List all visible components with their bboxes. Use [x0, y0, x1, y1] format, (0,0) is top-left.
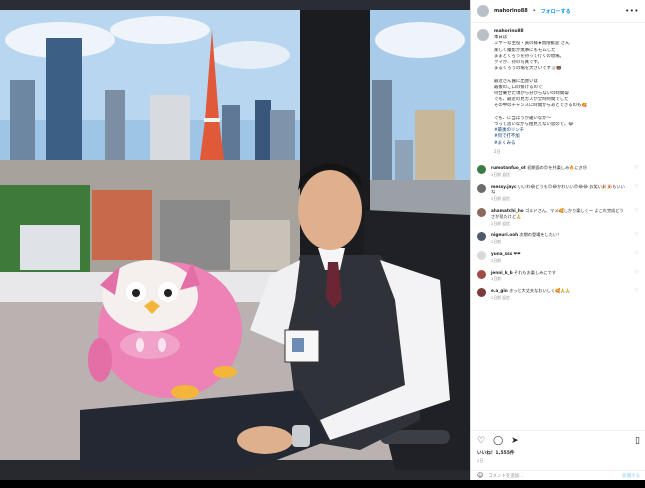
comment-list: rumotanfuo_ot 初期面の😍を共楽しみ🔥にき😢 2日前 返信 ♡ mes… [471, 155, 645, 301]
comment-username[interactable]: rumotanfuo_ot [491, 165, 526, 170]
comment-item: rumotanfuo_ot 初期面の😍を共楽しみ🔥にき😢 2日前 返信 ♡ [477, 165, 639, 178]
comment-text: それもお楽しみにです [514, 269, 556, 275]
post-date: 2日 [477, 458, 484, 463]
follow-button[interactable]: フォローする [541, 8, 571, 15]
more-horizontal-icon[interactable]: ••• [625, 7, 639, 15]
comment-meta[interactable]: 2日前 返信 [491, 196, 626, 202]
post-photo[interactable] [0, 0, 470, 480]
instagram-post: mahorino88 • フォローする ••• mahorino88 本日は ミ… [0, 0, 645, 488]
comment-username[interactable]: nigeuri.ooh [491, 232, 518, 237]
heart-icon[interactable]: ♡ [635, 165, 639, 178]
avatar[interactable] [477, 208, 486, 218]
caption-time: 2日 [494, 148, 501, 154]
comment-item: yuna_sss ❤❤ 2日前 ♡ [477, 251, 639, 264]
comment-text: ❤❤ [513, 251, 521, 257]
caption-username[interactable]: mahorino88 [494, 29, 524, 34]
caption-avatar[interactable] [477, 29, 489, 41]
comment-meta[interactable]: 2日前 返信 [491, 295, 626, 301]
caption: mahorino88 本日は ミヤーな主役・寅の様★無限歓迎 さん 楽しく撮影が… [471, 23, 645, 155]
comment-meta[interactable]: 2日前 [491, 258, 626, 264]
heart-icon[interactable]: ♡ [635, 251, 639, 264]
comment-item: ahamatchi_ho ゴルドさん、マメ🥰しかり楽しく〜 よこれ完成どうさが見… [477, 208, 639, 226]
like-count[interactable]: いいね！1,555件 [477, 450, 640, 456]
heart-icon[interactable]: ♡ [635, 208, 639, 226]
bookmark-icon[interactable]: ▯ [635, 436, 640, 446]
avatar[interactable] [477, 251, 486, 261]
heart-icon[interactable]: ♡ [635, 270, 639, 283]
share-icon[interactable]: ➤ [511, 436, 519, 446]
avatar[interactable] [477, 183, 486, 193]
bottom-strip [0, 480, 645, 488]
comment-item: jenni_k_b それもお楽しみにです 2日前 ♡ [477, 269, 639, 283]
heart-icon[interactable]: ♡ [635, 184, 639, 202]
comment-icon[interactable]: ◯ [493, 436, 503, 446]
action-icons: ♡ ◯ ➤ ▯ [477, 435, 640, 447]
comment-item: e.a_gin きっと大丈夫なおいしく🥰🙏🙏 2日前 返信 ♡ [477, 288, 639, 301]
comment-username[interactable]: yuna_sss [491, 251, 512, 256]
post-actions: ♡ ◯ ➤ ▯ いいね！1,555件 2日 [471, 430, 645, 464]
comment-text: きっと大丈夫なおいしく🥰🙏🙏 [509, 288, 571, 294]
add-comment-bar: ☺ コメントを追加... 投稿する [471, 470, 645, 480]
comment-username[interactable]: messy.jayc [491, 184, 516, 189]
post-comment-button[interactable]: 投稿する [622, 473, 640, 479]
heart-icon[interactable]: ♡ [477, 436, 485, 446]
heart-icon[interactable]: ♡ [635, 232, 639, 245]
caption-body: mahorino88 本日は ミヤーな主役・寅の様★無限歓迎 さん 楽しく撮影が… [494, 29, 634, 155]
post-header: mahorino88 • フォローする ••• [471, 0, 645, 23]
avatar[interactable] [477, 288, 486, 298]
avatar[interactable] [477, 269, 486, 279]
comment-item: messy.jayc いいわ😂どうも😊😂かわいい😍😂😂 お笑い🎉🎉もいいね 2日前… [477, 183, 639, 202]
smile-icon[interactable]: ☺ [477, 472, 483, 479]
comment-input[interactable]: コメントを追加... [488, 473, 523, 479]
comment-username[interactable]: ahamatchi_ho [491, 208, 524, 213]
comment-meta[interactable]: 2日前 [491, 239, 626, 245]
avatar[interactable] [477, 5, 489, 17]
comment-meta[interactable]: 2日前 返信 [491, 172, 626, 178]
comment-meta[interactable]: 2日前 返信 [491, 221, 626, 227]
avatar[interactable] [477, 232, 486, 242]
photo-illustration [0, 0, 470, 480]
comment-username[interactable]: e.a_gin [491, 288, 508, 293]
post-sidebar: mahorino88 • フォローする ••• mahorino88 本日は ミ… [470, 0, 645, 480]
comment-meta[interactable]: 2日前 [491, 276, 626, 282]
comment-text: 初期面の😍を共楽しみ🔥にき😢 [527, 165, 588, 171]
heart-icon[interactable]: ♡ [635, 288, 639, 301]
comment-username[interactable]: jenni_k_b [491, 270, 513, 275]
comment-item: nigeuri.ooh 次期の登場をしたい！ 2日前 ♡ [477, 232, 639, 245]
comment-text: 次期の登場をしたい！ [519, 232, 562, 238]
separator-dot: • [532, 8, 536, 14]
hashtag[interactable]: #まくみる [494, 141, 634, 147]
username[interactable]: mahorino88 [494, 8, 528, 14]
avatar[interactable] [477, 165, 486, 175]
